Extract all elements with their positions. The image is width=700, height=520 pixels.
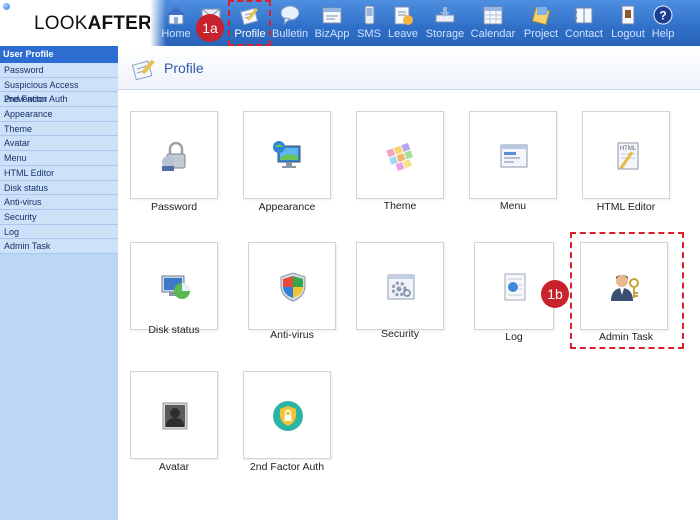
tile-label-log: Log <box>505 331 523 343</box>
bulletin-icon <box>280 5 300 26</box>
tile-anti-virus[interactable] <box>248 242 336 330</box>
nav-contact[interactable]: Contact <box>564 4 604 42</box>
tile-label-password: Password <box>150 201 198 213</box>
nav-label: Leave <box>388 28 418 40</box>
home-icon <box>165 5 187 25</box>
tile-label-anti-virus: Anti-virus <box>270 329 314 341</box>
tile-security[interactable] <box>356 242 444 330</box>
nav-logout[interactable]: Logout <box>610 4 646 42</box>
disk-status-icon <box>161 275 190 299</box>
calendar-icon <box>483 6 503 25</box>
profile-highlight-box <box>228 0 271 46</box>
tile-html-editor[interactable]: HTML <box>582 111 670 199</box>
tile-label-appearance: Appearance <box>258 201 316 213</box>
tile-label-theme: Theme <box>383 200 417 212</box>
nav-label: Calendar <box>470 28 516 40</box>
sidebar-item-anti-virus[interactable]: Anti-virus <box>0 195 118 210</box>
main-content: Profile Password Appearance Theme Menu H… <box>118 46 700 520</box>
sidebar-item-password[interactable]: Password <box>0 63 118 78</box>
tile-2nd-factor-auth[interactable] <box>243 371 331 459</box>
nav-calendar[interactable]: Calendar <box>470 4 516 42</box>
tile-avatar[interactable] <box>130 371 218 459</box>
svg-text:HTML: HTML <box>620 146 637 152</box>
nav-project[interactable]: Project <box>522 4 560 42</box>
nav-label: Contact <box>565 28 603 40</box>
html-editor-icon: HTML <box>617 142 639 170</box>
sidebar-item-disk-status[interactable]: Disk status <box>0 180 118 196</box>
nav-label: SMS <box>357 28 381 40</box>
profile-icon <box>131 59 155 81</box>
nav-sms[interactable]: SMS <box>356 4 382 42</box>
sms-icon <box>364 5 375 25</box>
log-document-icon <box>504 273 526 301</box>
tile-label-avatar: Avatar <box>158 461 190 473</box>
tile-label-disk-status: Disk status <box>148 324 200 336</box>
svg-text:?: ? <box>659 9 666 23</box>
sidebar-item-log[interactable]: Log <box>0 224 118 240</box>
sidebar-item-suspicious-access-prevention[interactable]: Suspicious Access Prevention <box>0 77 118 104</box>
sidebar-item-admin-task[interactable]: Admin Task <box>0 239 118 254</box>
sidebar-item-appearance[interactable]: Appearance <box>0 107 118 122</box>
logo-dot-icon <box>3 3 10 10</box>
nav-label: Project <box>523 28 559 40</box>
security-gear-icon <box>387 274 415 300</box>
theme-palette-icon <box>386 142 414 171</box>
password-lock-icon <box>162 141 186 171</box>
sidebar-item-html-editor[interactable]: HTML Editor <box>0 165 118 181</box>
sidebar-item-theme[interactable]: Theme <box>0 121 118 137</box>
callout-badge-1b: 1b <box>541 280 569 308</box>
nav-label: BizApp <box>314 28 350 40</box>
contact-icon <box>574 7 593 24</box>
logout-icon <box>621 5 635 25</box>
tile-label-menu: Menu <box>499 200 527 212</box>
project-icon <box>531 6 551 26</box>
two-factor-shield-icon <box>273 401 303 431</box>
nav-label: Home <box>161 28 191 40</box>
bizapp-icon <box>322 7 342 24</box>
nav-label: Bulletin <box>272 28 309 40</box>
sidebar-item-2nd-factor-auth[interactable]: 2nd Factor Auth <box>0 92 118 108</box>
menu-window-icon <box>500 144 528 168</box>
avatar-icon <box>162 402 188 430</box>
nav-bulletin[interactable]: Bulletin <box>272 4 308 42</box>
appearance-monitor-icon <box>273 141 301 168</box>
nav-home[interactable]: Home <box>160 4 192 42</box>
leave-icon <box>394 6 413 25</box>
sidebar: User Profile Password Suspicious Access … <box>0 46 118 520</box>
sidebar-item-avatar[interactable]: Avatar <box>0 136 118 152</box>
nav-leave[interactable]: Leave <box>388 4 418 42</box>
top-navigation-bar: LOOKAFTER Home Profile Bulletin BizApp S… <box>0 0 700 46</box>
page-title: Profile <box>164 60 204 76</box>
tile-appearance[interactable] <box>243 111 331 199</box>
tile-label-html-editor: HTML Editor <box>596 201 656 213</box>
nav-help[interactable]: ? Help <box>650 4 676 42</box>
nav-storage[interactable]: Storage <box>424 4 466 42</box>
nav-label: Logout <box>611 28 645 40</box>
admin-task-highlight-box <box>570 232 684 349</box>
app-logo: LOOKAFTER <box>34 13 152 34</box>
sidebar-header: User Profile <box>0 46 118 63</box>
tile-menu[interactable] <box>469 111 557 199</box>
help-icon: ? <box>653 5 673 25</box>
nav-label: Storage <box>425 28 465 40</box>
tile-label-2nd-factor-auth: 2nd Factor Auth <box>249 461 325 473</box>
logo-area: LOOKAFTER <box>0 0 152 46</box>
tile-label-security: Security <box>381 328 419 340</box>
antivirus-shield-icon <box>280 272 306 302</box>
sidebar-item-security[interactable]: Security <box>0 209 118 225</box>
tile-disk-status[interactable] <box>130 242 218 330</box>
nav-label: Help <box>651 28 675 40</box>
tile-theme[interactable] <box>356 111 444 199</box>
sidebar-item-menu[interactable]: Menu <box>0 151 118 166</box>
page-header: Profile <box>118 46 700 90</box>
callout-badge-1a: 1a <box>196 14 224 42</box>
tile-password[interactable] <box>130 111 218 199</box>
storage-icon <box>435 7 455 23</box>
nav-bizapp[interactable]: BizApp <box>314 4 350 42</box>
